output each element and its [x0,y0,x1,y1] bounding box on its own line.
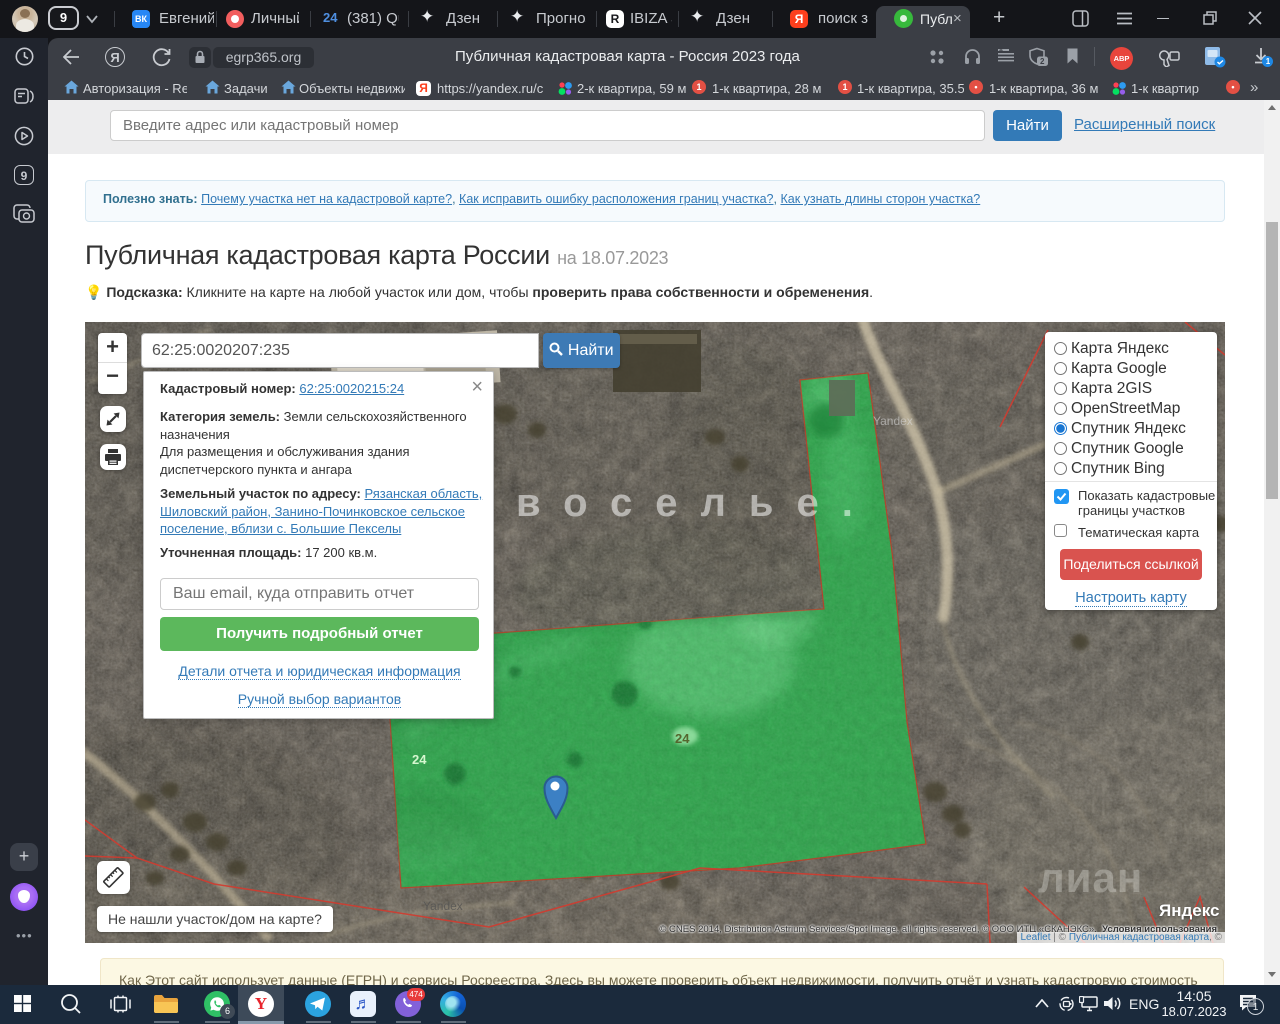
svg-text:2: 2 [1040,57,1045,66]
svg-text:A: A [999,48,1003,54]
svg-text:лиан: лиан [1038,854,1143,901]
svg-text:1: 1 [1266,57,1271,66]
svg-text:24: 24 [675,731,690,746]
svg-text:воселье.: воселье. [516,481,876,525]
svg-text:Yandex: Yandex [873,414,913,428]
svg-text:24: 24 [412,752,427,767]
svg-text:Yandex: Yandex [423,899,463,913]
